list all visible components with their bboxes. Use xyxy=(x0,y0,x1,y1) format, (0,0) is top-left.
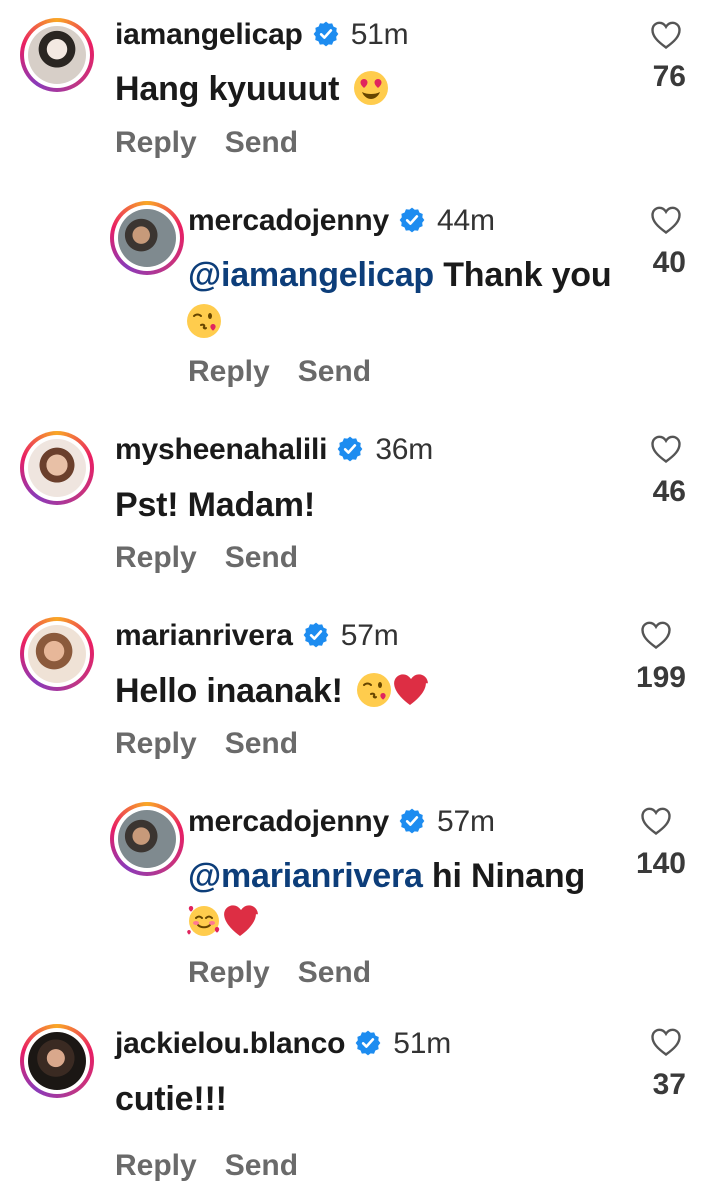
red-heart-icon xyxy=(222,903,258,939)
comment-actions: Reply Send xyxy=(188,956,371,990)
emoji-row xyxy=(186,903,258,939)
verified-badge-icon xyxy=(399,808,425,834)
face-blowing-a-kiss-icon xyxy=(356,672,392,708)
comment-actions: Reply Send xyxy=(115,541,298,575)
reply-button[interactable]: Reply xyxy=(188,355,270,388)
heart-icon[interactable] xyxy=(650,1027,682,1057)
verified-badge-icon xyxy=(399,207,425,233)
heart-icon[interactable] xyxy=(640,620,672,650)
avatar[interactable] xyxy=(20,431,94,505)
avatar[interactable] xyxy=(110,802,184,876)
comment-text: Pst! Madam! xyxy=(115,482,315,528)
username[interactable]: mysheenahalili xyxy=(115,433,328,466)
send-button[interactable]: Send xyxy=(298,355,371,388)
comment-text: Hello inaanak! xyxy=(115,668,428,714)
comment-header: iamangelicap 51m xyxy=(115,18,409,52)
send-button[interactable]: Send xyxy=(225,541,298,574)
heart-icon[interactable] xyxy=(650,205,682,235)
face-blowing-a-kiss-icon xyxy=(186,303,222,339)
comment-text: cutie!!! xyxy=(115,1076,227,1122)
timestamp: 51m xyxy=(350,18,409,51)
comment-body: cutie!!! xyxy=(115,1080,227,1118)
avatar[interactable] xyxy=(20,18,94,92)
username[interactable]: marianrivera xyxy=(115,619,293,652)
like-count: 140 xyxy=(635,847,686,880)
send-button[interactable]: Send xyxy=(298,956,371,989)
red-heart-icon xyxy=(392,672,428,708)
heart-icon[interactable] xyxy=(650,434,682,464)
like-count: 76 xyxy=(652,60,686,93)
comment-text: Hang kyuuuut xyxy=(115,66,389,112)
like-count: 37 xyxy=(652,1068,686,1101)
comment-body: Thank you xyxy=(433,256,612,294)
send-button[interactable]: Send xyxy=(225,126,298,159)
like-count: 199 xyxy=(635,661,686,694)
comment-header: mercadojenny 44m xyxy=(188,204,495,238)
verified-badge-icon xyxy=(313,21,339,47)
comment-header: mercadojenny 57m xyxy=(188,805,495,839)
send-button[interactable]: Send xyxy=(225,727,298,760)
verified-badge-icon xyxy=(337,436,363,462)
timestamp: 44m xyxy=(437,204,495,237)
reply-button[interactable]: Reply xyxy=(188,956,270,989)
comment-body: hi Ninang xyxy=(422,857,586,895)
comment-actions: Reply Send xyxy=(115,1149,298,1183)
username[interactable]: mercadojenny xyxy=(188,805,389,838)
username[interactable]: iamangelicap xyxy=(115,18,303,51)
mention-link[interactable]: @marianrivera xyxy=(188,857,423,895)
timestamp: 51m xyxy=(393,1027,451,1060)
reply-button[interactable]: Reply xyxy=(115,541,197,574)
verified-badge-icon xyxy=(303,622,329,648)
mention-link[interactable]: @iamangelicap xyxy=(188,256,434,294)
comment-header: marianrivera 57m xyxy=(115,619,399,653)
timestamp: 57m xyxy=(437,805,495,838)
avatar[interactable] xyxy=(110,201,184,275)
verified-badge-icon xyxy=(355,1030,381,1056)
smiling-face-with-hearts-icon xyxy=(186,903,222,939)
comment-header: mysheenahalili 36m xyxy=(115,433,433,467)
comment-actions: Reply Send xyxy=(115,727,298,761)
like-count: 40 xyxy=(652,246,686,279)
timestamp: 57m xyxy=(340,619,399,652)
smiling-face-with-heart-eyes-icon xyxy=(353,70,389,106)
heart-icon[interactable] xyxy=(650,20,682,50)
comment-body: Hello inaanak! xyxy=(115,672,343,710)
comment-text: @iamangelicap Thank you xyxy=(188,252,612,298)
comment-body: Pst! Madam! xyxy=(115,486,315,524)
reply-button[interactable]: Reply xyxy=(115,727,197,760)
comment-text: @marianrivera hi Ninang xyxy=(188,853,585,899)
username[interactable]: mercadojenny xyxy=(188,204,389,237)
comment-body: Hang kyuuuut xyxy=(115,70,340,108)
send-button[interactable]: Send xyxy=(225,1149,298,1182)
avatar[interactable] xyxy=(20,617,94,691)
username[interactable]: jackielou.blanco xyxy=(115,1027,345,1060)
comment-header: jackielou.blanco 51m xyxy=(115,1027,451,1061)
reply-button[interactable]: Reply xyxy=(115,1149,197,1182)
like-count: 46 xyxy=(652,475,686,508)
comment-actions: Reply Send xyxy=(188,355,371,389)
avatar[interactable] xyxy=(20,1024,94,1098)
comment-actions: Reply Send xyxy=(115,126,298,160)
timestamp: 36m xyxy=(375,433,434,466)
heart-icon[interactable] xyxy=(640,806,672,836)
reply-button[interactable]: Reply xyxy=(115,126,197,159)
